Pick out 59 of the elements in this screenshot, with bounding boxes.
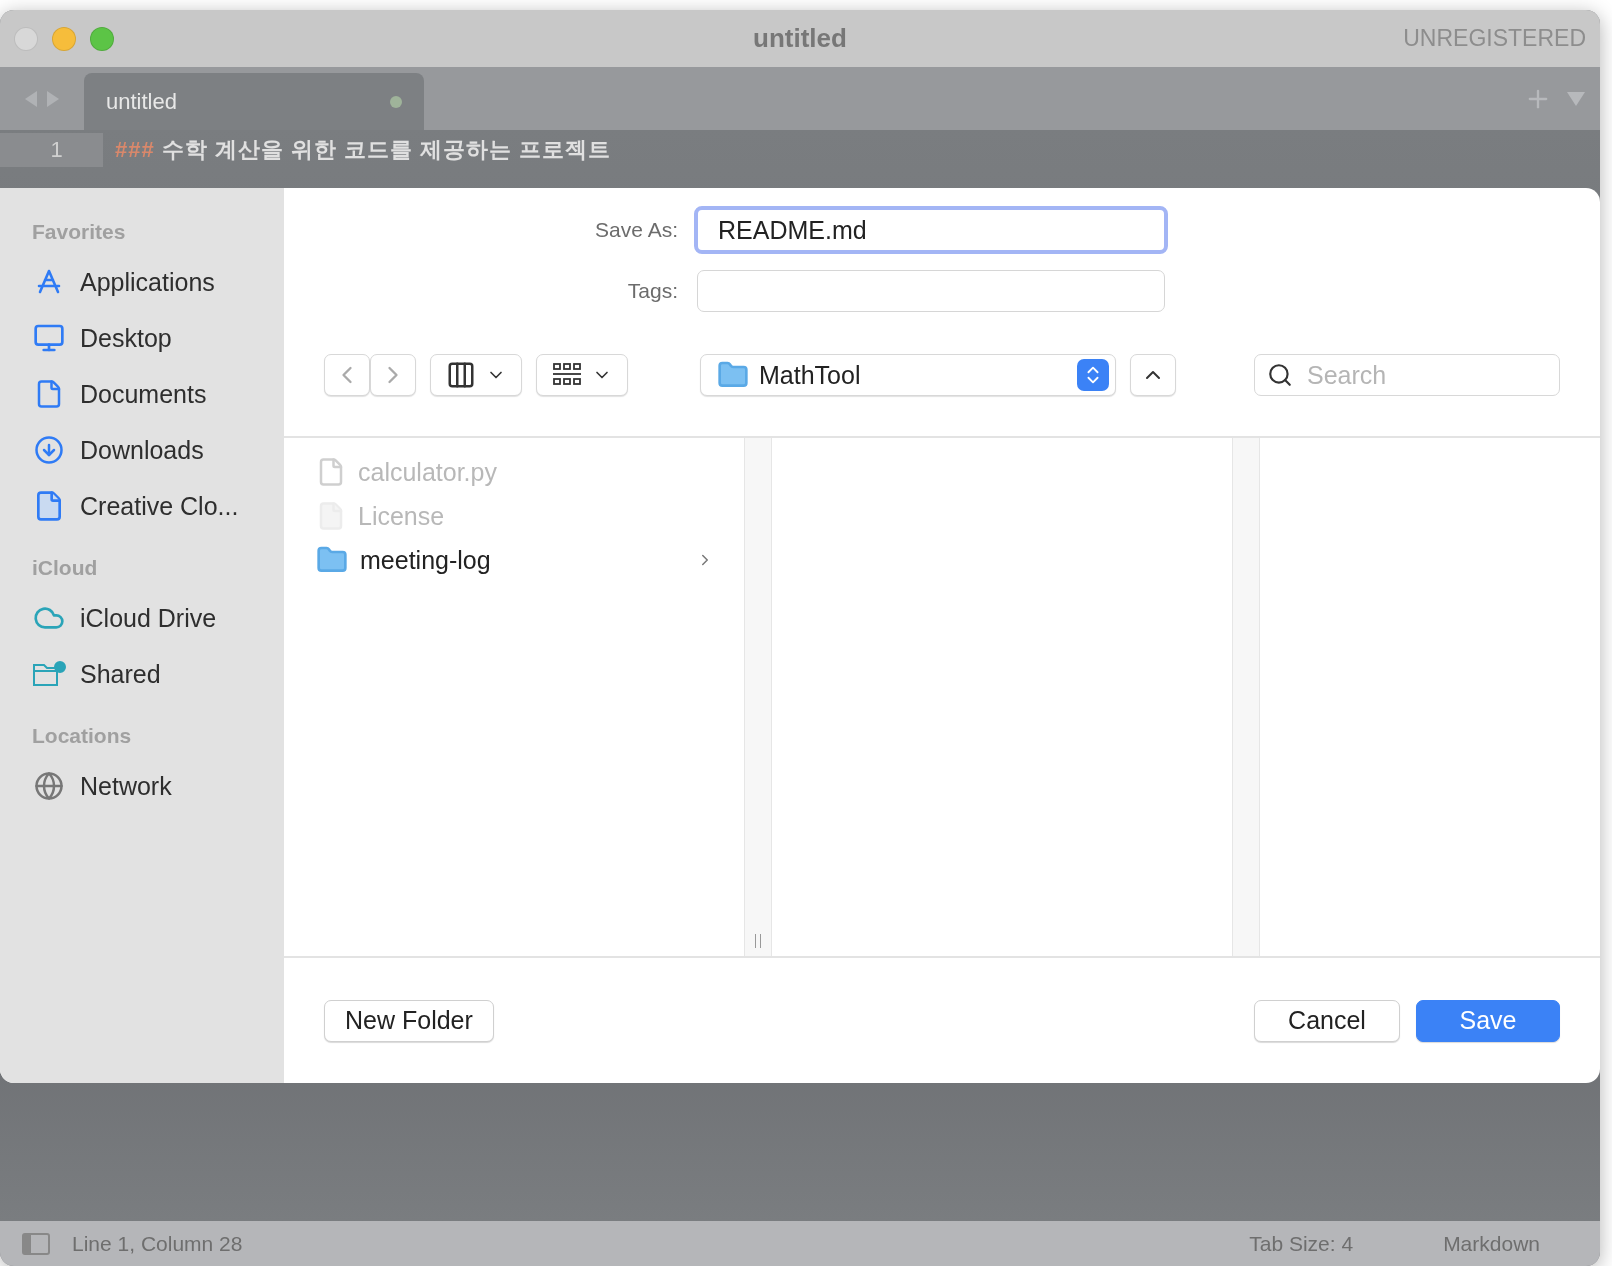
sidebar-item[interactable]: Creative Clo... — [32, 478, 284, 534]
grid-icon — [552, 362, 582, 388]
sidebar-heading: Favorites — [32, 220, 127, 244]
save-as-label: Save As: — [594, 218, 679, 242]
zoom-button[interactable] — [90, 26, 114, 51]
forward-button[interactable] — [370, 354, 416, 396]
tags-field[interactable] — [697, 270, 1165, 312]
column-view-button[interactable] — [430, 354, 522, 396]
cursor-position: Line 1, Column 28 — [72, 1231, 243, 1256]
minimize-button[interactable] — [52, 26, 76, 51]
group-view-button[interactable] — [536, 354, 628, 396]
close-button[interactable] — [14, 26, 38, 51]
file-name: meeting-log — [360, 545, 491, 575]
download-icon — [34, 435, 64, 465]
new-folder-button[interactable]: New Folder — [324, 999, 494, 1042]
sidebar-item[interactable]: Documents — [32, 366, 284, 422]
file-name: calculator.py — [358, 457, 497, 487]
line-number: 1 — [0, 133, 103, 167]
sidebar-item[interactable]: Applications — [32, 254, 284, 310]
window-title: untitled — [753, 23, 847, 54]
sidebar-heading: iCloud — [32, 556, 99, 580]
search-icon — [1267, 362, 1293, 388]
code-line: ### 수학 계산을 위한 코드를 제공하는 프로젝트 — [114, 136, 612, 164]
tags-label: Tags: — [626, 279, 679, 303]
sidebar-label: Downloads — [80, 435, 204, 465]
shared-folder-icon — [32, 660, 66, 688]
sidebar-label: Desktop — [80, 323, 172, 353]
cancel-button[interactable]: Cancel — [1254, 999, 1400, 1042]
location-popup[interactable]: MathTool — [700, 354, 1116, 396]
search-field[interactable]: Search — [1254, 354, 1560, 396]
dropdown-triangle-icon[interactable] — [1566, 90, 1586, 107]
file-row[interactable]: meeting-log — [316, 538, 714, 582]
stepper-icon — [1077, 359, 1109, 391]
tab-label: untitled — [106, 88, 177, 115]
sidebar-item[interactable]: Network — [32, 758, 284, 814]
sidebar-item[interactable]: Downloads — [32, 422, 284, 478]
sidebar-label: iCloud Drive — [80, 603, 217, 633]
collapse-button[interactable] — [1130, 354, 1176, 396]
sidebar-label: Network — [80, 771, 172, 801]
save-button[interactable]: Save — [1416, 999, 1560, 1042]
sidebar-heading: Locations — [32, 724, 133, 748]
forward-arrow-icon[interactable] — [45, 88, 61, 109]
resize-handle[interactable] — [755, 934, 761, 948]
back-arrow-icon[interactable] — [23, 88, 39, 109]
back-button[interactable] — [324, 354, 370, 396]
sidebar-toggle-icon[interactable] — [22, 1232, 50, 1255]
sidebar-item[interactable]: Desktop — [32, 310, 284, 366]
columns-icon — [446, 360, 476, 390]
file-name: License — [358, 501, 445, 531]
sidebar-label: Documents — [80, 379, 207, 409]
sidebar-label: Shared — [80, 659, 161, 689]
sidebar-label: Applications — [80, 267, 215, 297]
registration-label: UNREGISTERED — [1403, 25, 1586, 52]
sidebar-item[interactable]: iCloud Drive — [32, 590, 284, 646]
desktop-icon — [33, 322, 65, 354]
sidebar-label: Creative Clo... — [80, 491, 239, 521]
globe-icon — [34, 771, 64, 801]
sidebar-item[interactable]: Shared — [32, 646, 284, 702]
file-name-field[interactable]: README.md — [694, 206, 1168, 254]
